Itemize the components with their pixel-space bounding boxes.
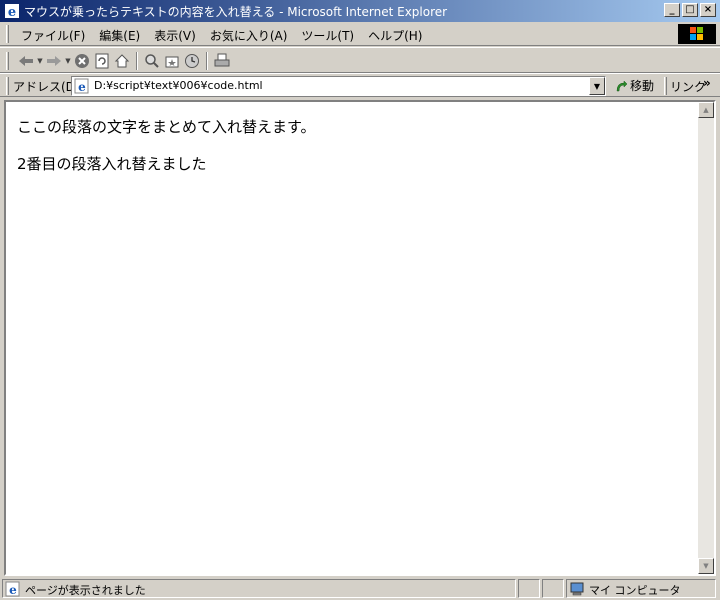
svg-text:e: e bbox=[9, 583, 17, 597]
page-icon: e bbox=[74, 78, 89, 94]
zone-text: マイ コンピュータ bbox=[589, 584, 681, 597]
maximize-button[interactable]: □ bbox=[682, 3, 698, 17]
go-arrow-icon bbox=[616, 79, 628, 91]
address-grip[interactable] bbox=[6, 77, 9, 95]
paragraph-1[interactable]: ここの段落の文字をまとめて入れ替えます。 bbox=[17, 116, 316, 137]
address-label: アドレス(D) bbox=[13, 80, 80, 94]
computer-icon bbox=[570, 582, 584, 596]
refresh-icon[interactable] bbox=[92, 51, 112, 71]
windows-logo-icon bbox=[678, 24, 716, 44]
menu-tools[interactable]: ツール(T) bbox=[294, 26, 361, 45]
svg-text:e: e bbox=[8, 5, 16, 19]
address-bar: アドレス(D) e D:¥script¥text¥006¥code.html ▼… bbox=[0, 73, 720, 97]
status-text: ページが表示されました bbox=[25, 584, 146, 597]
svg-text:e: e bbox=[78, 80, 86, 94]
window-controls: _ □ × bbox=[662, 3, 716, 17]
chevron-more-icon[interactable]: » bbox=[703, 76, 711, 90]
print-icon[interactable] bbox=[212, 51, 232, 71]
title-bar[interactable]: e マウスが乗ったらテキストの内容を入れ替える - Microsoft Inte… bbox=[0, 0, 720, 22]
status-pane-main: e ページが表示されました bbox=[2, 579, 516, 598]
menu-help[interactable]: ヘルプ(H) bbox=[361, 26, 429, 45]
back-dropdown-icon[interactable]: ▼ bbox=[36, 51, 44, 71]
links-button[interactable]: リンク bbox=[670, 78, 706, 95]
toolbar-separator bbox=[136, 52, 138, 70]
search-icon[interactable] bbox=[142, 51, 162, 71]
vertical-scrollbar[interactable]: ▲ ▼ bbox=[698, 102, 714, 574]
paragraph-2[interactable]: 2番目の段落入れ替えました bbox=[17, 153, 207, 174]
menu-view[interactable]: 表示(V) bbox=[147, 26, 203, 45]
favorites-icon[interactable] bbox=[162, 51, 182, 71]
links-separator bbox=[664, 77, 667, 95]
stop-icon[interactable] bbox=[72, 51, 92, 71]
status-bar: e ページが表示されました マイ コンピュータ bbox=[0, 578, 720, 600]
scroll-down-icon[interactable]: ▼ bbox=[698, 558, 714, 574]
back-icon[interactable] bbox=[16, 51, 36, 71]
menu-bar: ファイル(F) 編集(E) 表示(V) お気に入り(A) ツール(T) ヘルプ(… bbox=[0, 22, 720, 46]
forward-icon[interactable] bbox=[44, 51, 64, 71]
toolbar-buttons: ▼ ▼ bbox=[16, 51, 232, 71]
address-input[interactable]: e D:¥script¥text¥006¥code.html ▼ bbox=[71, 76, 606, 96]
forward-dropdown-icon[interactable]: ▼ bbox=[64, 51, 72, 71]
address-dropdown-icon[interactable]: ▼ bbox=[589, 77, 605, 95]
menu-file[interactable]: ファイル(F) bbox=[14, 26, 92, 45]
browser-window: e マウスが乗ったらテキストの内容を入れ替える - Microsoft Inte… bbox=[0, 0, 720, 600]
status-pane-progress bbox=[518, 579, 540, 598]
toolbar-grip[interactable] bbox=[6, 52, 9, 70]
page-icon: e bbox=[5, 581, 20, 597]
window-title: マウスが乗ったらテキストの内容を入れ替える - Microsoft Intern… bbox=[24, 4, 448, 19]
status-pane-zone: マイ コンピュータ bbox=[566, 579, 716, 598]
address-value[interactable]: D:¥script¥text¥006¥code.html bbox=[94, 79, 263, 92]
page-body: ここの段落の文字をまとめて入れ替えます。 2番目の段落入れ替えました bbox=[6, 102, 698, 574]
scroll-up-icon[interactable]: ▲ bbox=[698, 102, 714, 118]
go-label: 移動 bbox=[630, 79, 655, 93]
content-frame: ここの段落の文字をまとめて入れ替えます。 2番目の段落入れ替えました ▲ ▼ bbox=[4, 100, 716, 576]
menu-items: ファイル(F) 編集(E) 表示(V) お気に入り(A) ツール(T) ヘルプ(… bbox=[14, 26, 429, 45]
menu-grip[interactable] bbox=[6, 25, 9, 43]
go-button[interactable]: 移動 bbox=[614, 77, 654, 94]
standard-toolbar: ▼ ▼ bbox=[0, 47, 720, 73]
ie-icon: e bbox=[5, 4, 19, 19]
toolbar-separator bbox=[206, 52, 208, 70]
menu-edit[interactable]: 編集(E) bbox=[92, 26, 147, 45]
home-icon[interactable] bbox=[112, 51, 132, 71]
status-pane-security bbox=[542, 579, 564, 598]
history-icon[interactable] bbox=[182, 51, 202, 71]
menu-favorites[interactable]: お気に入り(A) bbox=[203, 26, 295, 45]
close-button[interactable]: × bbox=[700, 3, 716, 17]
minimize-button[interactable]: _ bbox=[664, 3, 680, 17]
